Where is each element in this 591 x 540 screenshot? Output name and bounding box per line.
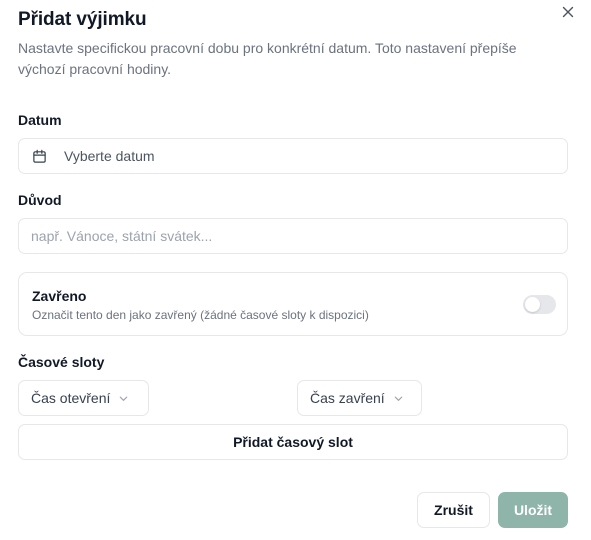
chevron-down-icon [394,396,403,401]
save-button[interactable]: Uložit [498,492,568,528]
chevron-down-icon [120,396,128,401]
add-time-slot-button[interactable]: Přidat časový slot [18,424,568,460]
date-label: Datum [18,112,62,128]
date-picker[interactable]: Vyberte datum [18,138,568,174]
close-button[interactable] [559,3,577,21]
dialog-description: Nastavte specifickou pracovní dobu pro k… [18,40,517,77]
date-picker-value: Vyberte datum [64,148,155,164]
closed-title: Zavřeno [32,288,87,304]
add-exception-dialog: Přidat výjimku Nastavte specifickou prac… [0,0,591,540]
close-time-select-value: Čas zavření [310,390,385,406]
time-slots-label: Časové sloty [18,354,105,370]
closed-description: Označit tento den jako zavřený (žádné ča… [32,308,369,322]
open-time-select-value: Čas otevření [31,390,111,406]
reason-label: Důvod [18,192,62,208]
reason-input[interactable] [19,219,567,253]
dialog-title: Přidat výjimku [18,9,147,30]
calendar-icon [33,149,46,163]
reason-field-wrapper [18,218,568,254]
toggle-knob [525,297,540,312]
cancel-button[interactable]: Zrušit [417,492,490,528]
open-time-select[interactable]: Čas otevření [18,380,149,416]
close-time-select[interactable]: Čas zavření [297,380,422,416]
close-icon [562,6,574,18]
closed-card: Zavřeno Označit tento den jako zavřený (… [18,272,568,336]
closed-toggle[interactable] [523,295,556,314]
